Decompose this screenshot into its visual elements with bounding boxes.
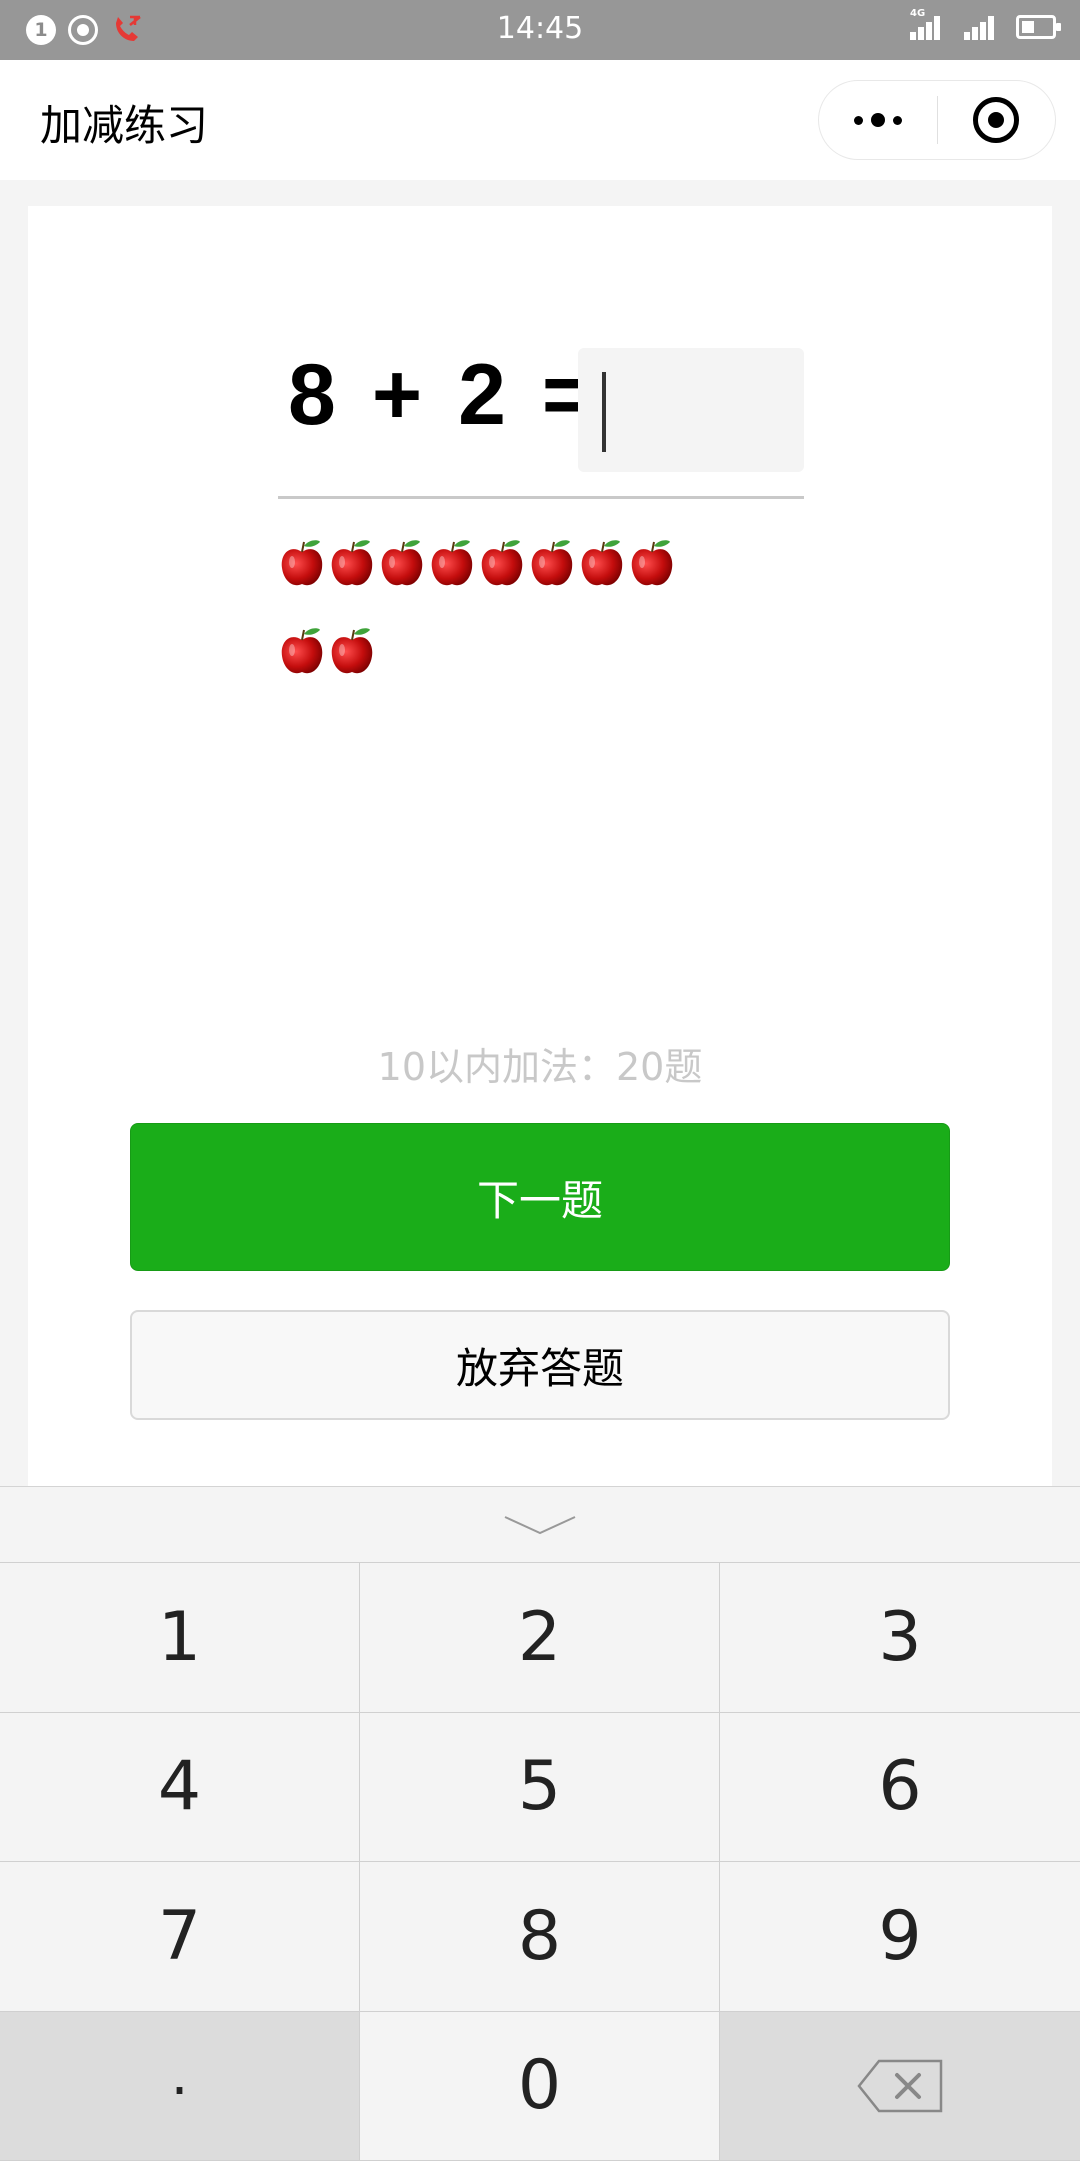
apple-icon	[580, 538, 624, 588]
close-mini-program-button[interactable]	[938, 81, 1056, 159]
network-type-label: 4G	[910, 8, 925, 19]
key-8[interactable]: 8	[360, 1862, 720, 2012]
chevron-down-icon	[503, 1513, 577, 1537]
apple-icon	[280, 626, 324, 676]
apple-icon	[480, 538, 524, 588]
nav-bar: 加减练习	[0, 60, 1080, 180]
key-backspace[interactable]	[720, 2012, 1080, 2161]
status-bar: 1 14:45 4G	[0, 0, 1080, 60]
key-3[interactable]: 3	[720, 1563, 1080, 1713]
equation: 8 + 2 =	[288, 346, 592, 445]
more-options-button[interactable]	[819, 81, 937, 159]
apple-icon	[630, 538, 674, 588]
status-right-icons: 4G	[908, 12, 1056, 42]
number-keyboard: 1 2 3 4 5 6 7 8 9 . 0	[0, 1486, 1080, 2160]
backspace-icon	[857, 2059, 943, 2113]
battery-icon	[1016, 15, 1056, 39]
key-decimal[interactable]: .	[0, 2012, 360, 2161]
apple-icon	[330, 538, 374, 588]
key-1[interactable]: 1	[0, 1563, 360, 1713]
more-dot-icon	[854, 116, 863, 125]
more-dot-icon	[893, 116, 902, 125]
next-question-button[interactable]: 下一题	[130, 1123, 950, 1271]
apple-icon	[280, 538, 324, 588]
key-5[interactable]: 5	[360, 1713, 720, 1863]
signal-sim2-icon	[962, 12, 1002, 42]
keyboard-keys: 1 2 3 4 5 6 7 8 9 . 0	[0, 1563, 1080, 2161]
apple-icon	[430, 538, 474, 588]
page-title: 加减练习	[40, 92, 208, 153]
text-caret	[602, 372, 606, 452]
apple-row-first-operand	[280, 538, 674, 588]
operand-b: 2	[458, 346, 506, 445]
keyboard-collapse-button[interactable]	[0, 1487, 1080, 1563]
key-0[interactable]: 0	[360, 2012, 720, 2161]
signal-sim1-icon: 4G	[908, 12, 948, 42]
give-up-button[interactable]: 放弃答题	[130, 1310, 950, 1420]
equation-underline	[278, 496, 804, 499]
key-4[interactable]: 4	[0, 1713, 360, 1863]
key-9[interactable]: 9	[720, 1862, 1080, 2012]
question-card: 8 + 2 = 10以内加法：20题 下一题 放弃答题	[28, 206, 1052, 1486]
operand-a: 8	[288, 346, 336, 445]
operator-sign: +	[372, 346, 422, 445]
key-7[interactable]: 7	[0, 1862, 360, 2012]
key-6[interactable]: 6	[720, 1713, 1080, 1863]
apple-icon	[380, 538, 424, 588]
key-2[interactable]: 2	[360, 1563, 720, 1713]
answer-input[interactable]	[578, 348, 804, 472]
more-dot-icon	[871, 113, 885, 127]
close-target-icon	[973, 97, 1019, 143]
mini-program-capsule	[818, 80, 1056, 160]
apple-icon	[330, 626, 374, 676]
apple-row-second-operand	[280, 626, 374, 676]
practice-hint: 10以内加法：20题	[28, 1036, 1052, 1091]
apple-icon	[530, 538, 574, 588]
